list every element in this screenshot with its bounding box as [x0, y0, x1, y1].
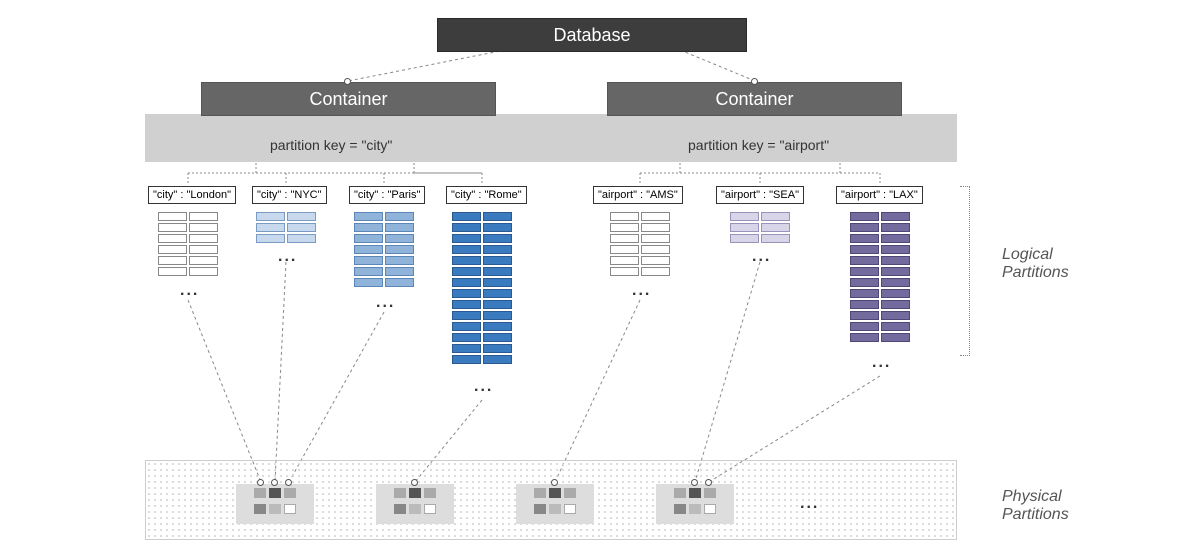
- bracket-icon: [960, 186, 970, 356]
- ellipsis-icon: ...: [872, 354, 891, 372]
- data-grid-sea: [730, 212, 790, 243]
- logical-partitions-label: Logical Partitions: [1002, 246, 1069, 282]
- ellipsis-icon: ...: [376, 294, 395, 312]
- database-label: Database: [553, 25, 630, 46]
- connector-dot-icon: [411, 479, 418, 486]
- container-2-label: Container: [715, 89, 793, 110]
- connector-dot-icon: [344, 78, 351, 85]
- connector-dot-icon: [691, 479, 698, 486]
- data-grid-london: [158, 212, 218, 276]
- ellipsis-icon: ...: [278, 248, 297, 266]
- physical-partitions-label: Physical Partitions: [1002, 488, 1069, 524]
- physical-partition-server: [516, 484, 594, 524]
- ellipsis-icon: ...: [800, 495, 819, 513]
- ellipsis-icon: ...: [180, 282, 199, 300]
- container-1-label: Container: [309, 89, 387, 110]
- data-grid-paris: [354, 212, 414, 287]
- physical-partition-server: [236, 484, 314, 524]
- logical-partition-city-paris: "city" : "Paris": [349, 186, 425, 204]
- logical-partition-city-london: "city" : "London": [148, 186, 236, 204]
- logical-partition-city-nyc: "city" : "NYC": [252, 186, 327, 204]
- data-grid-nyc: [256, 212, 316, 243]
- ellipsis-icon: ...: [632, 282, 651, 300]
- physical-partition-server: [656, 484, 734, 524]
- physical-partition-server: [376, 484, 454, 524]
- connector-dot-icon: [257, 479, 264, 486]
- partition-key-1-label: partition key = "city": [270, 137, 392, 153]
- container-box-1: Container: [201, 82, 496, 116]
- data-grid-lax: [850, 212, 910, 342]
- connector-dot-icon: [705, 479, 712, 486]
- data-grid-ams: [610, 212, 670, 276]
- data-grid-rome: [452, 212, 512, 364]
- logical-partition-airport-lax: "airport" : "LAX": [836, 186, 923, 204]
- connector-dot-icon: [751, 78, 758, 85]
- connector-dot-icon: [285, 479, 292, 486]
- container-box-2: Container: [607, 82, 902, 116]
- connector-dot-icon: [551, 479, 558, 486]
- database-box: Database: [437, 18, 747, 52]
- logical-partition-airport-sea: "airport" : "SEA": [716, 186, 804, 204]
- connector-dot-icon: [271, 479, 278, 486]
- ellipsis-icon: ...: [474, 378, 493, 396]
- container-band: [145, 114, 957, 162]
- logical-partition-city-rome: "city" : "Rome": [446, 186, 527, 204]
- logical-partition-airport-ams: "airport" : "AMS": [593, 186, 683, 204]
- ellipsis-icon: ...: [752, 248, 771, 266]
- partition-key-2-label: partition key = "airport": [688, 137, 829, 153]
